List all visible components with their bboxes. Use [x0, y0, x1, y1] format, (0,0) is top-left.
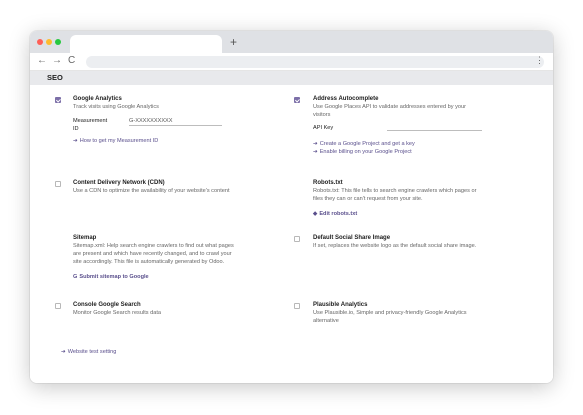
- console-search-title: Console Google Search: [73, 302, 141, 308]
- forward-arrow-icon[interactable]: →: [52, 55, 62, 67]
- address-autocomplete-desc-1: Use Google Places API to validate addres…: [313, 104, 466, 110]
- plausible-setting: Plausible Analytics Use Plausible.io, Si…: [313, 301, 538, 325]
- google-analytics-desc: Track visits using Google Analytics: [73, 104, 159, 110]
- back-arrow-icon[interactable]: ←: [37, 55, 47, 67]
- api-key-row: API Key: [313, 123, 533, 135]
- robots-setting: Robots.txt Robots.txt: This file tells t…: [313, 179, 538, 218]
- console-search-checkbox[interactable]: [55, 303, 61, 309]
- robots-desc-2: files they can or can't request from you…: [313, 196, 423, 202]
- plausible-desc-2: alternative: [313, 318, 339, 324]
- create-google-project-link[interactable]: ➔ Create a Google Project and get a key: [313, 140, 533, 148]
- cdn-setting: Content Delivery Network (CDN) Use a CDN…: [73, 179, 288, 195]
- sitemap-desc-1: Sitemap.xml: Help search engine crawlers…: [73, 243, 234, 249]
- address-autocomplete-title: Address Autocomplete: [313, 96, 379, 102]
- maximize-window-dot[interactable]: [55, 39, 61, 45]
- submit-sitemap-link[interactable]: G Submit sitemap to Google: [73, 273, 288, 281]
- social-share-checkbox[interactable]: [294, 236, 300, 242]
- plausible-desc-1: Use Plausible.io, Simple and privacy-fri…: [313, 310, 467, 316]
- sitemap-desc-2: are present and which have recently chan…: [73, 251, 232, 257]
- social-share-setting: Default Social Share Image If set, repla…: [313, 234, 543, 250]
- api-key-field[interactable]: [387, 124, 482, 131]
- tab-bar: +: [30, 31, 553, 53]
- minimize-window-dot[interactable]: [46, 39, 52, 45]
- measurement-id-row: Measurement ID G-XXXXXXXXXX: [73, 117, 273, 137]
- google-analytics-checkbox[interactable]: [55, 97, 61, 103]
- website-test-setting-link[interactable]: ➔ Website test setting: [61, 348, 116, 356]
- arrow-right-icon: ➔: [61, 349, 66, 355]
- sitemap-title: Sitemap: [73, 235, 97, 241]
- plausible-checkbox[interactable]: [294, 303, 300, 309]
- edit-icon: ◆: [313, 211, 318, 217]
- sitemap-setting: Sitemap Sitemap.xml: Help search engine …: [73, 234, 288, 281]
- close-window-dot[interactable]: [37, 39, 43, 45]
- address-bar[interactable]: [86, 56, 544, 68]
- cdn-desc: Use a CDN to optimize the availability o…: [73, 188, 230, 194]
- arrow-right-icon: ➔: [313, 149, 318, 155]
- active-tab[interactable]: [70, 35, 222, 53]
- enable-billing-link[interactable]: ➔ Enable billing on your Google Project: [313, 148, 533, 156]
- sitemap-desc-3: site accordingly. This file is automatic…: [73, 259, 225, 265]
- google-analytics-title: Google Analytics: [73, 96, 122, 102]
- section-title: SEO: [30, 71, 553, 85]
- measurement-id-label-2: ID: [73, 126, 79, 132]
- address-autocomplete-desc-2: visitors: [313, 112, 331, 118]
- plausible-title: Plausible Analytics: [313, 302, 368, 308]
- seo-settings: Google Analytics Track visits using Goog…: [30, 85, 553, 383]
- browser-menu-icon[interactable]: ⋮: [535, 55, 544, 66]
- console-search-setting: Console Google Search Monitor Google Sea…: [73, 301, 273, 317]
- social-share-title: Default Social Share Image: [313, 235, 391, 241]
- browser-window: + ← → C ⋮ SEO Google Analytics Track vis…: [30, 31, 553, 383]
- console-search-desc: Monitor Google Search results data: [73, 310, 161, 316]
- measurement-id-label: Measurement: [73, 118, 108, 124]
- google-analytics-setting: Google Analytics Track visits using Goog…: [73, 95, 273, 145]
- address-autocomplete-setting: Address Autocomplete Use Google Places A…: [313, 95, 533, 156]
- robots-title: Robots.txt: [313, 180, 343, 186]
- cdn-title: Content Delivery Network (CDN): [73, 180, 165, 186]
- api-key-label: API Key: [313, 125, 334, 131]
- measurement-id-help-link[interactable]: ➔ How to get my Measurement ID: [73, 137, 273, 145]
- address-autocomplete-checkbox[interactable]: [294, 97, 300, 103]
- arrow-right-icon: ➔: [313, 141, 318, 147]
- measurement-id-field[interactable]: G-XXXXXXXXXX: [129, 118, 222, 126]
- new-tab-button[interactable]: +: [230, 34, 237, 50]
- robots-desc-1: Robots.txt: This file tells to search en…: [313, 188, 477, 194]
- navigation-bar: ← → C ⋮: [30, 53, 553, 71]
- google-g-icon: G: [73, 274, 78, 280]
- reload-icon[interactable]: C: [68, 55, 75, 67]
- arrow-right-icon: ➔: [73, 138, 78, 144]
- cdn-checkbox[interactable]: [55, 181, 61, 187]
- edit-robots-link[interactable]: ◆ Edit robots.txt: [313, 210, 538, 218]
- social-share-desc: If set, replaces the website logo as the…: [313, 243, 477, 249]
